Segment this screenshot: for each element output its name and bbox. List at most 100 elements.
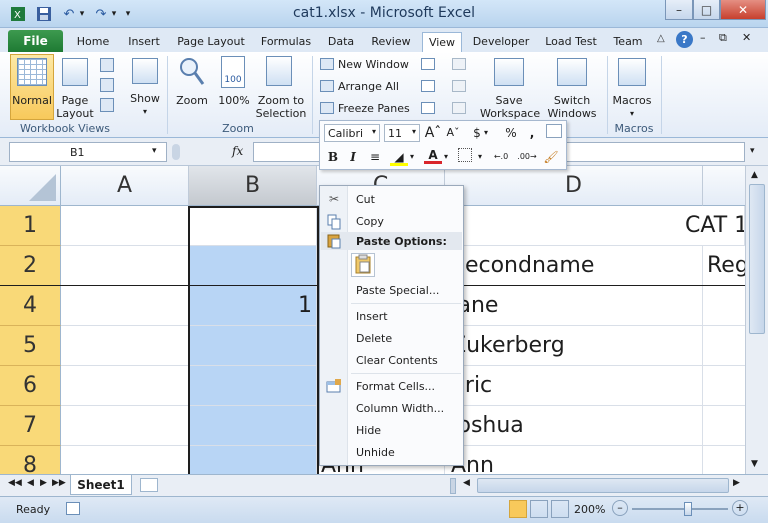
center-align-icon[interactable]: ≡	[366, 148, 384, 166]
page-break-status-icon[interactable]	[551, 500, 569, 518]
cell-a8[interactable]	[61, 446, 189, 474]
paste-button-icon[interactable]	[351, 253, 375, 277]
switch-windows-label[interactable]: Switch Windows	[540, 94, 604, 120]
hide-window-icon[interactable]	[421, 80, 435, 92]
last-sheet-icon[interactable]: ▶▶	[52, 478, 66, 488]
tab-formulas[interactable]: Formulas	[256, 32, 316, 52]
new-window-label[interactable]: New Window	[338, 58, 409, 71]
page-layout-label[interactable]: Page Layout	[56, 94, 94, 120]
row-header-6[interactable]: 6	[0, 366, 61, 406]
scroll-left-icon[interactable]: ◀	[463, 478, 470, 488]
menu-item-format-cells[interactable]: Format Cells...	[356, 380, 435, 393]
tab-view[interactable]: View	[422, 32, 462, 52]
tab-file[interactable]: File	[8, 30, 63, 52]
cell-e6[interactable]	[703, 366, 745, 406]
tab-developer[interactable]: Developer	[468, 32, 534, 52]
menu-item-unhide[interactable]: Unhide	[356, 446, 395, 459]
cell-a1[interactable]	[61, 206, 189, 246]
grow-font-icon[interactable]: Aˆ	[424, 124, 442, 142]
scroll-up-icon[interactable]: ▲	[751, 170, 758, 180]
tab-review[interactable]: Review	[366, 32, 416, 52]
new-window-icon[interactable]	[320, 58, 334, 70]
formula-bar-handle[interactable]	[172, 144, 180, 160]
name-box-dropdown-icon[interactable]: ▾	[152, 146, 157, 156]
cell-b1[interactable]	[189, 206, 317, 246]
increase-decimal-icon[interactable]: ←.0	[490, 148, 512, 166]
insert-sheet-icon[interactable]	[140, 478, 158, 492]
menu-item-hide[interactable]: Hide	[356, 424, 381, 437]
cell-a6[interactable]	[61, 366, 189, 406]
full-screen-icon[interactable]	[100, 98, 114, 112]
show-label[interactable]: Show	[124, 92, 166, 105]
vertical-scrollbar[interactable]: ▲ ▼	[745, 166, 768, 474]
fill-color-icon[interactable]: ◢	[390, 148, 408, 166]
name-box[interactable]: B1	[9, 142, 167, 162]
cell-e8[interactable]	[703, 446, 745, 474]
cell-b8[interactable]	[189, 446, 317, 474]
tab-home[interactable]: Home	[70, 32, 116, 52]
bold-icon[interactable]: B	[324, 148, 342, 166]
expand-formula-icon[interactable]: ▾	[750, 146, 755, 156]
column-header-a[interactable]: A	[61, 166, 189, 206]
prev-sheet-icon[interactable]: ◀	[27, 478, 34, 488]
macros-icon[interactable]	[618, 58, 646, 86]
view-side-by-side-icon[interactable]	[452, 58, 466, 70]
shrink-font-icon[interactable]: Aˇ	[444, 124, 462, 142]
cell-a4[interactable]	[61, 286, 189, 326]
workbook-restore-icon[interactable]: ⧉	[719, 31, 733, 45]
workbook-minimize-icon[interactable]: –	[700, 31, 714, 44]
macro-record-icon[interactable]	[66, 502, 80, 515]
help-icon[interactable]: ?	[676, 31, 693, 48]
cell-d5[interactable]: Zukerberg	[445, 326, 703, 366]
row-header-8[interactable]: 8	[0, 446, 61, 474]
cell-d1[interactable]: CAT 1	[445, 206, 745, 246]
save-workspace-label[interactable]: Save Workspace	[480, 94, 540, 120]
format-painter-icon[interactable]: 🖌	[542, 148, 560, 166]
column-header-b[interactable]: B	[189, 166, 317, 206]
cell-b6[interactable]	[189, 366, 317, 406]
cell-d8[interactable]: Ann	[445, 446, 703, 474]
italic-icon[interactable]: I	[344, 148, 362, 166]
menu-item-column-width[interactable]: Column Width...	[356, 402, 444, 415]
zoom-100-icon[interactable]: 100	[221, 56, 245, 88]
cell-b7[interactable]	[189, 406, 317, 446]
cell-b4[interactable]: 1	[189, 286, 317, 326]
first-sheet-icon[interactable]: ◀◀	[8, 478, 22, 488]
zoom-icon[interactable]	[178, 56, 206, 88]
normal-view-status-icon[interactable]	[509, 500, 527, 518]
switch-windows-icon[interactable]	[557, 58, 587, 86]
minimize-ribbon-icon[interactable]: △	[657, 33, 671, 47]
cell-d2[interactable]: Secondname	[445, 246, 703, 286]
scroll-down-icon[interactable]: ▼	[751, 459, 758, 469]
currency-dropdown-icon[interactable]: ▾	[482, 124, 490, 142]
cell-a2[interactable]	[61, 246, 189, 286]
cell-a5[interactable]	[61, 326, 189, 366]
font-size-dropdown-icon[interactable]: ▾	[412, 127, 416, 136]
arrange-all-icon[interactable]	[320, 80, 334, 92]
sheet-tab-sheet1[interactable]: Sheet1	[70, 475, 132, 495]
close-button[interactable]: ✕	[720, 0, 766, 20]
scroll-thumb[interactable]	[749, 184, 765, 334]
zoom-slider-thumb[interactable]	[684, 502, 692, 516]
page-layout-status-icon[interactable]	[530, 500, 548, 518]
column-header-e[interactable]	[703, 166, 745, 206]
zoom-to-selection-icon[interactable]	[266, 56, 292, 86]
tab-split-handle[interactable]	[450, 478, 456, 494]
menu-item-cut[interactable]: Cut	[356, 193, 375, 206]
row-header-7[interactable]: 7	[0, 406, 61, 446]
macros-dropdown-icon[interactable]: ▾	[610, 107, 654, 120]
decrease-decimal-icon[interactable]: .00→	[516, 148, 538, 166]
zoom-label[interactable]: Zoom	[172, 94, 212, 107]
arrange-all-label[interactable]: Arrange All	[338, 80, 399, 93]
cell-d4[interactable]: Jane	[445, 286, 703, 326]
fill-color-dropdown-icon[interactable]: ▾	[408, 148, 416, 166]
split-icon[interactable]	[421, 58, 435, 70]
zoom-to-selection-label[interactable]: Zoom to Selection	[254, 94, 308, 120]
workbook-close-icon[interactable]: ✕	[742, 31, 756, 44]
zoom-in-button[interactable]: +	[732, 500, 748, 516]
percent-icon[interactable]: %	[502, 124, 520, 142]
page-layout-icon[interactable]	[62, 58, 88, 86]
horizontal-scroll-thumb[interactable]	[477, 478, 729, 493]
menu-item-paste-special[interactable]: Paste Special...	[356, 284, 439, 297]
tab-insert[interactable]: Insert	[122, 32, 166, 52]
